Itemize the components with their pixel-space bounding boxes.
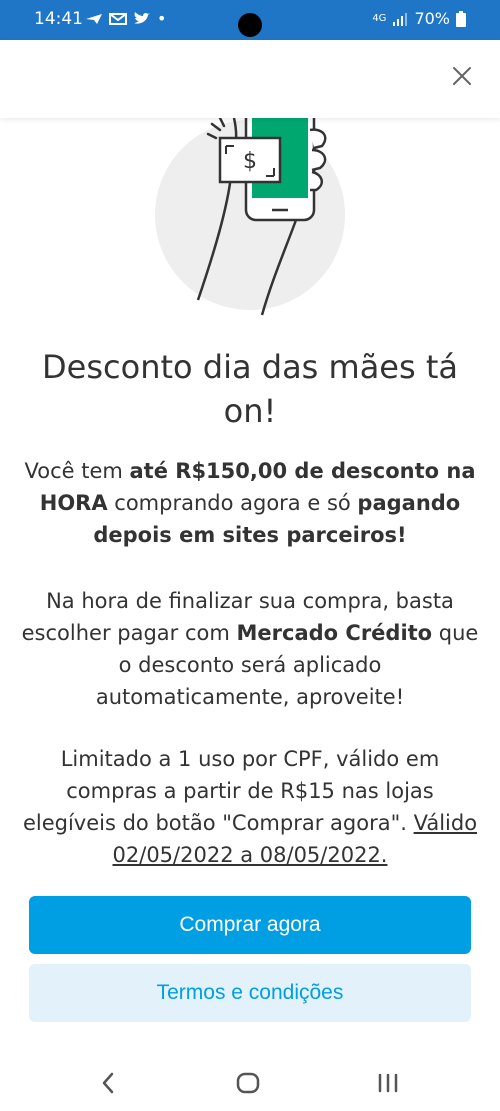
description-text: Você tem xyxy=(24,459,130,483)
notification-icons: • xyxy=(85,9,166,28)
app-bar xyxy=(0,40,500,118)
terms-button[interactable]: Termos e condições xyxy=(29,964,471,1022)
mercado-credito-highlight: Mercado Crédito xyxy=(236,621,433,645)
email-icon xyxy=(109,12,127,25)
recents-icon[interactable] xyxy=(376,1072,400,1094)
buy-now-button[interactable]: Comprar agora xyxy=(29,896,471,954)
battery-icon xyxy=(456,10,466,27)
status-right: 4G 70% xyxy=(372,9,466,28)
terms-paragraph: Limitado a 1 uso por CPF, válido em comp… xyxy=(20,743,480,871)
camera-cutout xyxy=(238,13,262,37)
description-text: comprando agora e só xyxy=(107,491,358,515)
home-icon[interactable] xyxy=(236,1072,260,1094)
status-dot: • xyxy=(157,9,167,28)
close-button[interactable] xyxy=(448,62,476,90)
svg-text:$: $ xyxy=(243,149,257,174)
status-bar: 14:41 • 4G 70% xyxy=(0,0,500,40)
terms-text: Limitado a 1 uso por CPF, válido em comp… xyxy=(22,747,440,835)
hand-phone-illustration: $ xyxy=(155,90,345,316)
twitter-icon xyxy=(134,11,150,24)
network-type: 4G xyxy=(372,12,387,24)
back-icon[interactable] xyxy=(98,1070,118,1096)
instruction-paragraph: Na hora de finalizar sua compra, basta e… xyxy=(20,585,480,713)
notification-icon xyxy=(86,13,102,24)
signal-icon xyxy=(393,12,408,26)
close-icon[interactable] xyxy=(452,66,472,86)
navigation-bar xyxy=(0,1060,500,1110)
battery-percent: 70% xyxy=(414,9,450,28)
page-title: Desconto dia das mães tá on! xyxy=(42,348,458,430)
description-paragraph: Você tem até R$150,00 de desconto na HOR… xyxy=(20,455,480,551)
status-time: 14:41 xyxy=(34,9,83,29)
